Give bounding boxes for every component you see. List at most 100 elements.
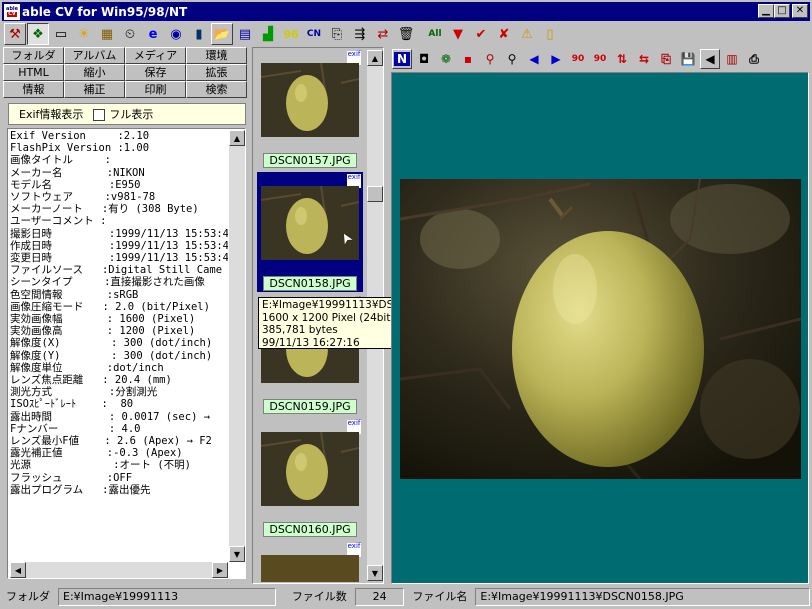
brightness-button[interactable]: ☀ [73,23,95,45]
scroll-up-button[interactable]: ▲ [229,130,245,146]
tab-correction[interactable]: 補正 [64,81,125,98]
exif-info-line: 解像度(Y) : 300 (dot/inch) [10,349,213,362]
tab-media[interactable]: メディア [125,47,186,64]
app-icon[interactable]: able CV [4,3,20,20]
thumb-scroll-up-button[interactable]: ▲ [367,50,383,66]
chart-button[interactable]: ▮ [188,23,210,45]
tab-info[interactable]: 情報 [3,81,64,98]
browse-button[interactable]: ❖ [27,23,49,45]
exif-info-line: 測光方式 :分割測光 [10,386,158,399]
window-button[interactable]: ▭ [50,23,72,45]
thumbnail-item[interactable]: exif DSCN0157.JPG [257,50,363,169]
scroll-down-button[interactable]: ▼ [229,546,245,562]
exif-horizontal-scrollbar[interactable]: ◀ ▶ [10,562,228,578]
tools-button[interactable]: ⚒ [4,23,26,45]
window-mode-button[interactable]: ◘ [414,49,434,69]
tab-shrink[interactable]: 縮小 [64,64,125,81]
exif-info-line: メーカーノート :有り (308 Byte) [10,203,199,216]
exif-info-label: Exif情報表示 [19,108,84,121]
thumbnail-image[interactable] [261,186,359,260]
normal-size-button[interactable]: N [392,49,412,69]
cn-button[interactable]: CN [303,23,325,45]
viewer-toolbar: N ◘ ❁ ▪ ⚲ ⚲ ◀ ▶ 90 90 ⇅ ⇆ ⎘ 💾 ◀ ▥ ⎙ [390,47,810,71]
select-all-button[interactable]: All [424,23,446,45]
arrow-left-icon: ◀ [529,52,539,66]
histogram-button[interactable]: ▥ [722,49,742,69]
thumb-scroll-thumb[interactable] [367,186,383,202]
rotate-right-button[interactable]: 90 [590,49,610,69]
print-image-button[interactable]: ⎙ [744,49,764,69]
full-display-option[interactable]: フル表示 [93,106,153,122]
maximize-button[interactable]: □ [774,4,790,18]
flip-horizontal-button[interactable]: ⇆ [634,49,654,69]
check-button[interactable]: ✔ [470,23,492,45]
uncheck-icon: ✘ [498,26,510,42]
tab-html[interactable]: HTML [3,64,64,81]
move-button[interactable]: ⇶ [349,23,371,45]
exif-info-list[interactable]: Exif Version :2.10 FlashPix Version :1.00… [10,130,228,562]
thumbnail-image[interactable] [261,555,359,582]
exif-info-line: 画像圧縮モード : 2.0 (bit/Pixel) [10,300,210,313]
copy-image-icon: ⎘ [661,51,671,66]
small-view-button[interactable]: ▪ [458,49,478,69]
filename-label: ファイル名 [412,589,468,603]
arrow-down-icon: ▼ [233,549,241,559]
tab-search[interactable]: 検索 [186,81,247,98]
copy-button[interactable]: ⎘ [326,23,348,45]
scroll-right-button[interactable]: ▶ [212,562,228,578]
scroll-left-button[interactable]: ◀ [10,562,26,578]
tab-extension[interactable]: 拡張 [186,64,247,81]
exif-vertical-scrollbar[interactable]: ▲ ▼ [229,130,245,562]
magnifier-icon: ⚲ [507,52,517,66]
internet-button[interactable]: e [142,23,164,45]
exit-button[interactable]: ▯ [539,23,561,45]
rotate-left-label: 90 [571,54,585,64]
folder-label: フォルダ [6,589,50,603]
tab-save[interactable]: 保存 [125,64,186,81]
close-button[interactable]: ✕ [792,4,808,18]
full-display-checkbox[interactable] [93,109,106,121]
thumbnail-item-partial[interactable]: exif [257,541,363,582]
thumb-scroll-down-button[interactable]: ▼ [367,565,383,581]
thumbnail-item[interactable]: exif DSCN0160.JPG [257,418,363,538]
zoom-button[interactable]: ⚲ [502,49,522,69]
zoom-quarter-button[interactable]: ⚲ [480,49,500,69]
bar-chart-icon: ▮ [195,26,203,42]
timer-button[interactable]: ⏲ [119,23,141,45]
copy-image-button[interactable]: ⎘ [656,49,676,69]
exif-info-line: ユーザーコメント : [10,215,107,228]
warning-button[interactable]: ⚠ [516,23,538,45]
exif-badge-text: exif [347,50,361,58]
color-button[interactable]: ❁ [436,49,456,69]
tab-folder[interactable]: フォルダ [3,47,64,64]
calendar-button[interactable]: ▤ [234,23,256,45]
delete-button[interactable]: 🗑 [395,23,417,45]
film-button[interactable]: ▦ [96,23,118,45]
title-bar[interactable]: able CV able CV for Win95/98/NT ▁ □ ✕ [2,2,810,21]
tab-album[interactable]: アルバム [64,47,125,64]
exif-info-line: レンズ最小F値 : 2.6 (Apex) → F2 [10,435,212,448]
flip-vertical-button[interactable]: ⇅ [612,49,632,69]
folder-value: E:¥Image¥19991113 [58,587,276,606]
image-viewer[interactable] [391,72,809,584]
thumbnail-filename: DSCN0160.JPG [263,522,357,537]
tab-print[interactable]: 印刷 [125,81,186,98]
next-image-button[interactable]: ▶ [546,49,566,69]
open-folder-button[interactable]: 📂 [211,23,233,45]
save-button[interactable]: 💾 [678,49,698,69]
exif-badge-text: exif [347,419,361,427]
rename-button[interactable]: ⇄ [372,23,394,45]
app-icon-text-bottom: CV [7,10,17,17]
globe-button[interactable]: ◉ [165,23,187,45]
levels-button[interactable]: ▟ [257,23,279,45]
thumbnail-image[interactable] [261,432,359,506]
previous-image-button[interactable]: ◀ [524,49,544,69]
minimize-button[interactable]: ▁ [758,4,774,18]
tab-environment[interactable]: 環境 [186,47,247,64]
dpi-96-button[interactable]: 96 [280,23,302,45]
check-down-button[interactable]: ▼ [447,23,469,45]
sound-button[interactable]: ◀ [700,49,720,69]
rotate-left-button[interactable]: 90 [568,49,588,69]
thumbnail-image[interactable] [261,63,359,137]
uncheck-button[interactable]: ✘ [493,23,515,45]
